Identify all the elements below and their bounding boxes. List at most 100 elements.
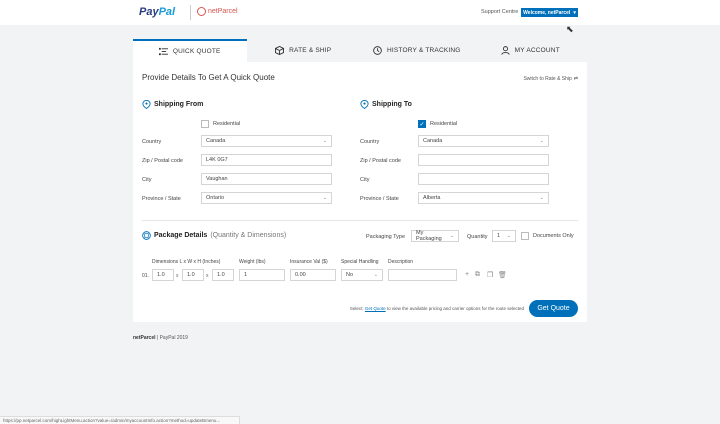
duplicate-package-icon[interactable]: ❐ [487, 271, 493, 279]
length-input[interactable]: 1.0 [152, 269, 174, 281]
shipping-from-title: Shipping From [154, 101, 204, 108]
main-tabs: QUICK QUOTE RATE & SHIP HISTORY & TRACKI… [133, 39, 587, 62]
weight-value: 1 [244, 272, 248, 278]
footer-brand: netParcel [133, 335, 156, 341]
welcome-account-button[interactable]: Welcome, netParcel ▾ [521, 8, 578, 17]
chevron-down-icon: ⌄ [539, 195, 544, 201]
quick-quote-card: Provide Details To Get A Quick Quote Swi… [133, 62, 587, 322]
mouse-cursor-icon: ⬉ [566, 24, 574, 34]
packaging-type-select[interactable]: My Packaging ⌄ [411, 230, 459, 242]
support-centre-link[interactable]: Support Centre [481, 9, 518, 15]
get-quote-hint: Select: Get Quote to view the available … [349, 306, 524, 311]
hint-suffix: to view the available pricing and carrie… [386, 306, 524, 311]
from-province-value: Ontario [206, 195, 225, 201]
netparcel-logo[interactable]: netParcel [197, 7, 238, 16]
description-column-header: Description [388, 259, 414, 265]
to-city-input[interactable] [418, 173, 549, 185]
packaging-type-value: My Packaging [416, 230, 442, 242]
box-icon [275, 46, 285, 55]
special-handling-column-header: Special Handling [341, 259, 379, 265]
page-title: Provide Details To Get A Quick Quote [142, 73, 275, 82]
to-province-value: Alberta [423, 195, 441, 201]
width-value: 1.0 [187, 272, 195, 278]
hint-get-quote-link[interactable]: Get Quote [365, 306, 386, 311]
to-zip-input[interactable] [418, 154, 549, 166]
from-country-select[interactable]: Canada ⌄ [201, 135, 332, 147]
location-pin-icon [360, 100, 369, 109]
shipping-from-heading: Shipping From [142, 100, 203, 109]
from-city-label: City [142, 177, 152, 183]
trash-icon[interactable]: 🗑 [498, 271, 507, 279]
package-details-title: Package Details [154, 232, 208, 239]
hint-prefix: Select [349, 306, 363, 311]
width-input[interactable]: 1.0 [182, 269, 204, 281]
list-icon [158, 47, 168, 56]
to-city-label: City [360, 177, 370, 183]
description-input[interactable] [388, 269, 457, 281]
height-input[interactable]: 1.0 [212, 269, 234, 281]
netparcel-logo-icon [197, 7, 206, 16]
copy-package-icon[interactable]: ⧉ [475, 271, 480, 279]
netparcel-logo-text: netParcel [208, 8, 238, 15]
tab-my-account[interactable]: MY ACCOUNT [474, 39, 588, 62]
from-residential-label: Residential [213, 121, 241, 127]
quantity-select[interactable]: 1 ⌄ [492, 230, 516, 242]
packaging-type-label: Packaging Type [366, 234, 406, 240]
from-country-label: Country [142, 139, 162, 145]
tab-quick-quote[interactable]: QUICK QUOTE [133, 39, 247, 62]
to-country-label: Country [360, 139, 380, 145]
shipping-to-title: Shipping To [372, 101, 412, 108]
location-pin-icon [142, 100, 151, 109]
package-row-index: 01. [142, 273, 149, 279]
dimensions-column-header: Dimensions L x W x H (Inches) [152, 259, 221, 265]
to-country-select[interactable]: Canada ⌄ [418, 135, 549, 147]
footer: netParcel | PayPal 2019 [133, 335, 188, 341]
clock-icon [373, 46, 382, 55]
tab-history-tracking[interactable]: HISTORY & TRACKING [360, 39, 474, 62]
to-residential-row: ✓ Residential [418, 120, 457, 128]
shipping-to-heading: Shipping To [360, 100, 412, 109]
paypal-logo[interactable]: PayPal [139, 6, 175, 18]
from-country-value: Canada [206, 138, 226, 144]
from-city-input[interactable]: Vaughan [201, 173, 332, 185]
from-residential-checkbox[interactable] [201, 120, 209, 128]
chevron-down-icon: ⌄ [373, 272, 378, 278]
documents-only-row: Documents Only [521, 232, 574, 240]
chevron-down-icon: ⌄ [449, 233, 454, 239]
footer-copyright: | PayPal 2019 [155, 335, 188, 341]
top-bar: PayPal netParcel Support Centre Welcome,… [0, 0, 720, 25]
weight-input[interactable]: 1 [239, 269, 285, 281]
dimension-separator: x [176, 273, 179, 279]
weight-column-header: Weight (lbs) [239, 259, 266, 265]
tab-quick-quote-label: QUICK QUOTE [172, 48, 221, 55]
to-residential-checkbox[interactable]: ✓ [418, 120, 426, 128]
chevron-down-icon: ⌄ [506, 233, 511, 239]
user-icon [500, 46, 510, 55]
from-residential-row: Residential [201, 120, 240, 128]
chevron-down-icon: ⌄ [539, 138, 544, 144]
to-zip-label: Zip / Postal code [360, 158, 401, 164]
add-package-icon[interactable]: + [465, 271, 469, 278]
special-handling-select[interactable]: No ⌄ [341, 269, 383, 281]
to-province-label: Province / State [360, 196, 399, 202]
from-zip-input[interactable]: L4K 0G7 [201, 154, 332, 166]
from-province-label: Province / State [142, 196, 181, 202]
chevron-down-icon: ⌄ [322, 195, 327, 201]
from-zip-value: L4K 0G7 [206, 157, 228, 163]
quantity-label: Quantity [467, 234, 488, 240]
browser-status-url: https://pp.netparcel.com/highLightMenu.a… [0, 416, 240, 424]
swap-icon: ⇄ [573, 76, 578, 82]
quantity-value: 1 [497, 233, 501, 239]
switch-to-rate-ship-link[interactable]: Switch to Rate & Ship ⇄ [523, 76, 578, 82]
documents-only-checkbox[interactable] [521, 232, 529, 240]
to-province-select[interactable]: Alberta ⌄ [418, 192, 549, 204]
height-value: 1.0 [217, 272, 225, 278]
from-province-select[interactable]: Ontario ⌄ [201, 192, 332, 204]
tab-rate-ship[interactable]: RATE & SHIP [247, 39, 361, 62]
get-quote-button[interactable]: Get Quote [529, 300, 578, 317]
paypal-logo-pay: Pay [139, 6, 159, 18]
section-divider [142, 220, 578, 221]
insurance-input[interactable]: 0.00 [290, 269, 336, 281]
welcome-label: Welcome, netParcel [523, 9, 571, 16]
documents-only-label: Documents Only [533, 233, 574, 239]
